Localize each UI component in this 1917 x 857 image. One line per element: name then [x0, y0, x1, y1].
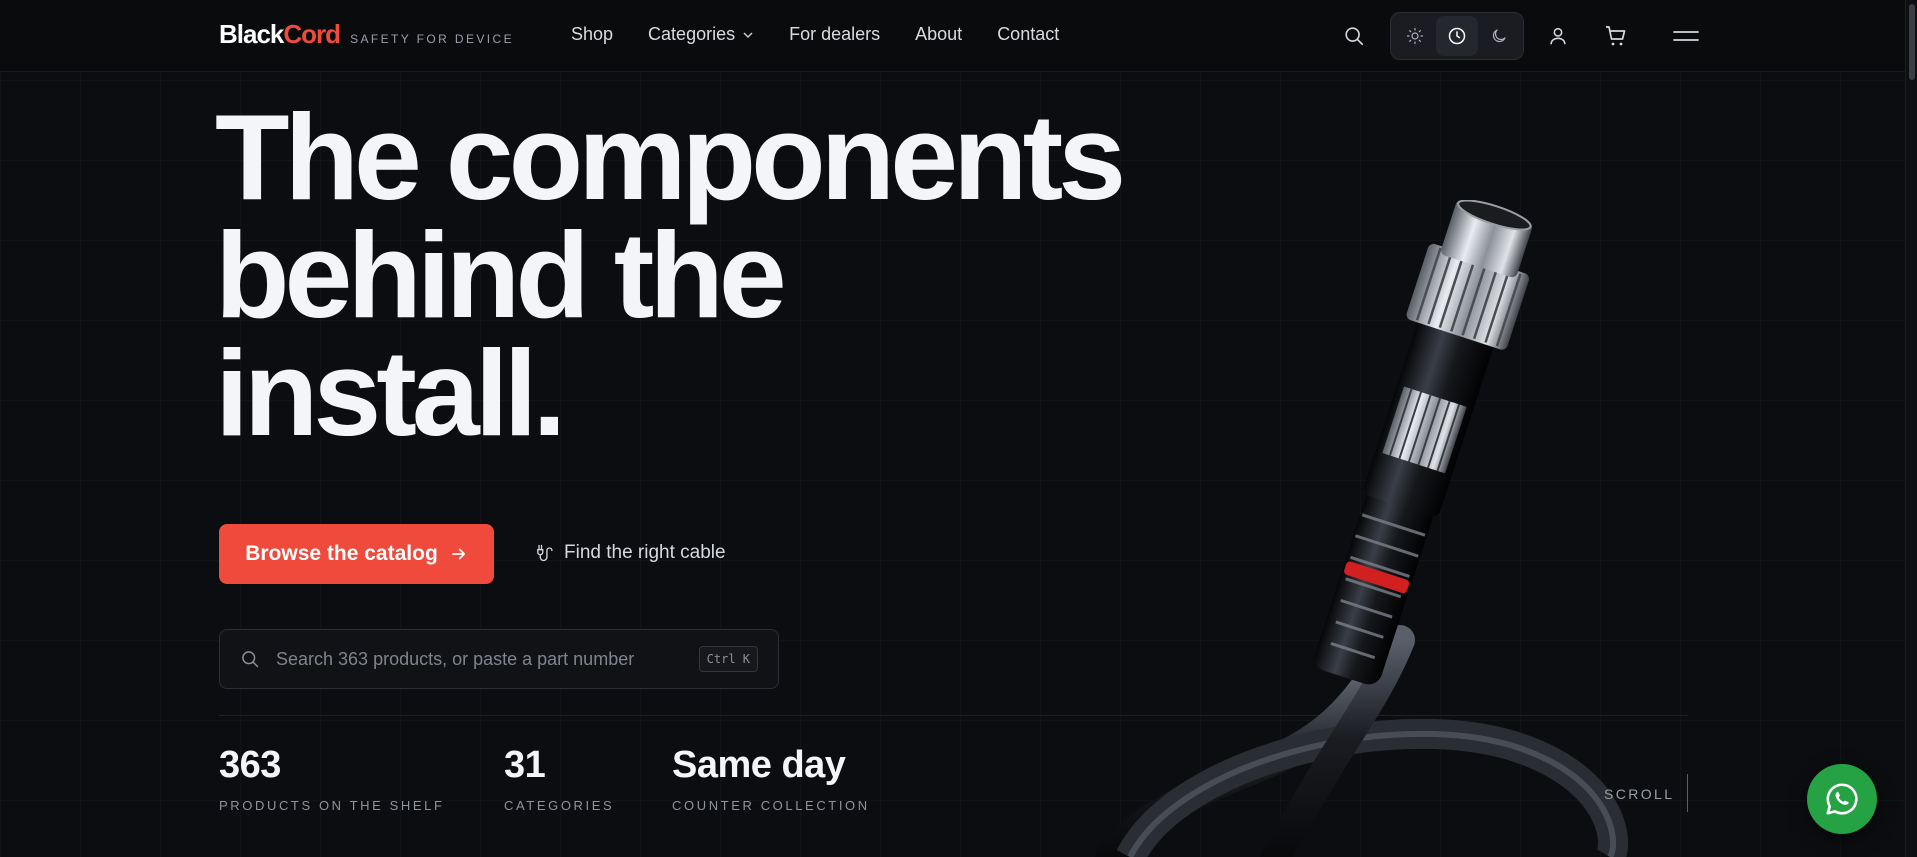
logo-wordmark: BlackCord — [219, 19, 341, 49]
hero-title-line: The components — [215, 89, 1126, 225]
theme-dark-button[interactable] — [1478, 16, 1520, 56]
arrow-right-icon — [451, 548, 465, 560]
logo[interactable]: BlackCord SAFETY FOR DEVICE — [219, 19, 514, 50]
browse-catalog-button[interactable]: Browse the catalog — [219, 524, 494, 584]
header-actions — [1330, 12, 1710, 60]
cart-icon — [1606, 26, 1626, 46]
cable-connector-illustration — [1095, 200, 1628, 857]
sun-icon — [1406, 27, 1424, 45]
stat-value: 363 — [219, 744, 281, 786]
hero-title-line: install. — [215, 325, 566, 461]
search-button[interactable] — [1330, 12, 1378, 60]
site-header: BlackCord SAFETY FOR DEVICE Shop Categor… — [0, 0, 1905, 72]
nav-shop[interactable]: Shop — [571, 24, 613, 45]
stat-collection: Same day COUNTER COLLECTION — [672, 744, 870, 813]
chevron-down-icon — [743, 31, 753, 38]
search-placeholder: Search 363 products, or paste a part num… — [276, 648, 635, 669]
page-scrollbar[interactable] — [1905, 0, 1917, 857]
scroll-indicator-line — [1687, 774, 1688, 812]
menu-button[interactable] — [1662, 12, 1710, 60]
whatsapp-chat-button[interactable] — [1807, 764, 1877, 834]
find-cable-label: Find the right cable — [564, 542, 726, 563]
nav-categories[interactable]: Categories — [648, 24, 754, 45]
keyboard-shortcut-badge: Ctrl K — [698, 646, 758, 672]
nav-categories-label: Categories — [648, 24, 736, 44]
stat-categories: 31 CATEGORIES — [504, 744, 614, 813]
cart-button[interactable] — [1592, 12, 1640, 60]
nav-contact[interactable]: Contact — [997, 24, 1059, 45]
clock-icon — [1448, 27, 1466, 45]
search-icon — [242, 651, 259, 668]
stat-label: PRODUCTS ON THE SHELF — [219, 798, 445, 813]
stat-label: CATEGORIES — [504, 798, 615, 813]
cable-plug-icon — [537, 544, 553, 562]
account-button[interactable] — [1534, 12, 1582, 60]
product-search-input[interactable]: Search 363 products, or paste a part num… — [219, 629, 779, 689]
menu-icon — [1673, 31, 1699, 41]
scroll-indicator-label: SCROLL — [1604, 786, 1675, 802]
search-icon — [1345, 27, 1364, 46]
theme-auto-button[interactable] — [1436, 16, 1478, 56]
find-cable-link[interactable]: Find the right cable — [534, 542, 726, 564]
moon-icon — [1492, 29, 1506, 43]
hero-title-line: behind the — [215, 207, 787, 343]
stat-label: COUNTER COLLECTION — [672, 798, 870, 813]
nav-for-dealers[interactable]: For dealers — [789, 24, 880, 45]
stat-value: Same day — [672, 744, 846, 786]
theme-light-button[interactable] — [1394, 16, 1436, 56]
nav-about[interactable]: About — [915, 24, 962, 45]
browse-catalog-label: Browse the catalog — [245, 542, 438, 565]
user-icon — [1550, 27, 1566, 45]
main-nav: Shop Categories For dealers About Contac… — [571, 24, 1059, 45]
stat-products: 363 PRODUCTS ON THE SHELF — [219, 744, 445, 813]
hero-title: The components behind the install. — [215, 89, 1126, 461]
stat-value: 31 — [504, 744, 546, 786]
whatsapp-icon — [1826, 783, 1858, 815]
theme-toggle — [1390, 12, 1524, 60]
scrollbar-thumb[interactable] — [1909, 4, 1915, 80]
logo-tagline: SAFETY FOR DEVICE — [350, 32, 514, 46]
